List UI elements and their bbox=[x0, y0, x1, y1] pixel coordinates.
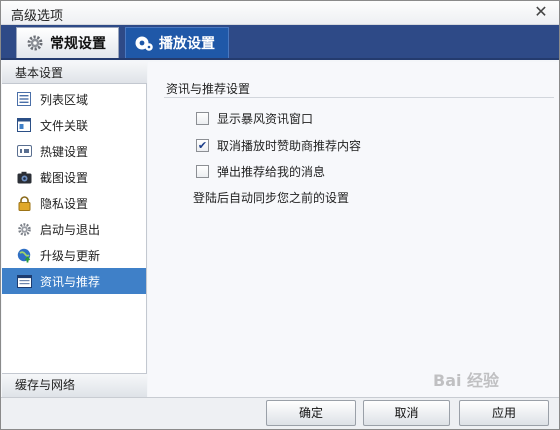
lock-icon bbox=[16, 195, 32, 211]
sidebar-item-privacy[interactable]: 隐私设置 bbox=[2, 190, 146, 216]
close-icon[interactable]: ✕ bbox=[533, 3, 549, 21]
advanced-options-window: 高级选项 ✕ 常规设置 播放设置 基本设置 列表区域 文件关联 热键设置 截图设… bbox=[0, 0, 560, 430]
hotkey-icon bbox=[16, 143, 32, 159]
sync-note: 登陆后自动同步您之前的设置 bbox=[193, 191, 350, 205]
sidebar-item-label: 隐私设置 bbox=[40, 196, 89, 211]
tab-play-label: 播放设置 bbox=[159, 36, 215, 52]
sidebar-item-label: 升级与更新 bbox=[40, 248, 101, 263]
checkbox-cancel-sponsor-content[interactable]: ✔ bbox=[196, 138, 209, 152]
button-bar: 确定 取消 应用 bbox=[1, 397, 559, 429]
section-divider bbox=[164, 97, 554, 98]
checkbox-show-news-window[interactable] bbox=[196, 111, 209, 125]
sidebar-item-label: 列表区域 bbox=[40, 92, 89, 107]
option-popup-recommended-messages[interactable]: 弹出推荐给我的消息 bbox=[196, 163, 325, 179]
option-label: 取消播放时赞助商推荐内容 bbox=[217, 138, 362, 153]
sidebar-footer-cache-network[interactable]: 缓存与网络 bbox=[2, 373, 147, 397]
option-label: 显示暴风资讯窗口 bbox=[217, 111, 314, 126]
gear-icon bbox=[25, 33, 45, 53]
sidebar-item-hotkey[interactable]: 热键设置 bbox=[2, 138, 146, 164]
sidebar-list: 列表区域 文件关联 热键设置 截图设置 隐私设置 启动与退出 升级与更新 资讯与… bbox=[2, 86, 146, 294]
apply-button[interactable]: 应用 bbox=[459, 400, 549, 426]
news-icon bbox=[16, 273, 32, 289]
sidebar-item-list-area[interactable]: 列表区域 bbox=[2, 86, 146, 112]
sidebar-item-news[interactable]: 资讯与推荐 bbox=[2, 268, 146, 294]
startup-gear-icon bbox=[16, 221, 32, 237]
checkbox-popup-recommended-messages[interactable] bbox=[196, 164, 209, 178]
sidebar-item-label: 文件关联 bbox=[40, 118, 89, 133]
play-settings-icon bbox=[134, 33, 154, 53]
sidebar-item-label: 资讯与推荐 bbox=[40, 274, 101, 289]
section-title: 资讯与推荐设置 bbox=[166, 82, 251, 96]
settings-panel: 资讯与推荐设置 显示暴风资讯窗口 ✔ 取消播放时赞助商推荐内容 弹出推荐给我的消… bbox=[148, 62, 559, 397]
option-label: 弹出推荐给我的消息 bbox=[217, 164, 326, 179]
sidebar-item-file-association[interactable]: 文件关联 bbox=[2, 112, 146, 138]
file-association-icon bbox=[16, 117, 32, 133]
tab-general-label: 常规设置 bbox=[50, 36, 106, 52]
sidebar-header-basic[interactable]: 基本设置 bbox=[2, 62, 147, 84]
sidebar: 基本设置 列表区域 文件关联 热键设置 截图设置 隐私设置 启动与退出 升级与更… bbox=[2, 62, 147, 397]
window-title: 高级选项 bbox=[11, 9, 64, 24]
cancel-button[interactable]: 取消 bbox=[363, 400, 450, 426]
camera-icon bbox=[16, 169, 32, 185]
sidebar-item-label: 热键设置 bbox=[40, 144, 89, 159]
sidebar-item-upgrade[interactable]: 升级与更新 bbox=[2, 242, 146, 268]
ok-button[interactable]: 确定 bbox=[266, 400, 356, 426]
tab-play-settings[interactable]: 播放设置 bbox=[125, 27, 229, 58]
option-show-news-window[interactable]: 显示暴风资讯窗口 bbox=[196, 110, 313, 126]
sidebar-item-screenshot[interactable]: 截图设置 bbox=[2, 164, 146, 190]
upgrade-globe-icon bbox=[16, 247, 32, 263]
sidebar-item-startup-exit[interactable]: 启动与退出 bbox=[2, 216, 146, 242]
sidebar-item-label: 截图设置 bbox=[40, 170, 89, 185]
tab-general-settings[interactable]: 常规设置 bbox=[16, 27, 119, 58]
title-bar: 高级选项 ✕ bbox=[1, 1, 559, 25]
option-cancel-sponsor-content[interactable]: ✔ 取消播放时赞助商推荐内容 bbox=[196, 137, 361, 153]
tab-bar: 常规设置 播放设置 bbox=[1, 25, 559, 60]
list-icon bbox=[16, 91, 32, 107]
sidebar-item-label: 启动与退出 bbox=[40, 222, 101, 237]
